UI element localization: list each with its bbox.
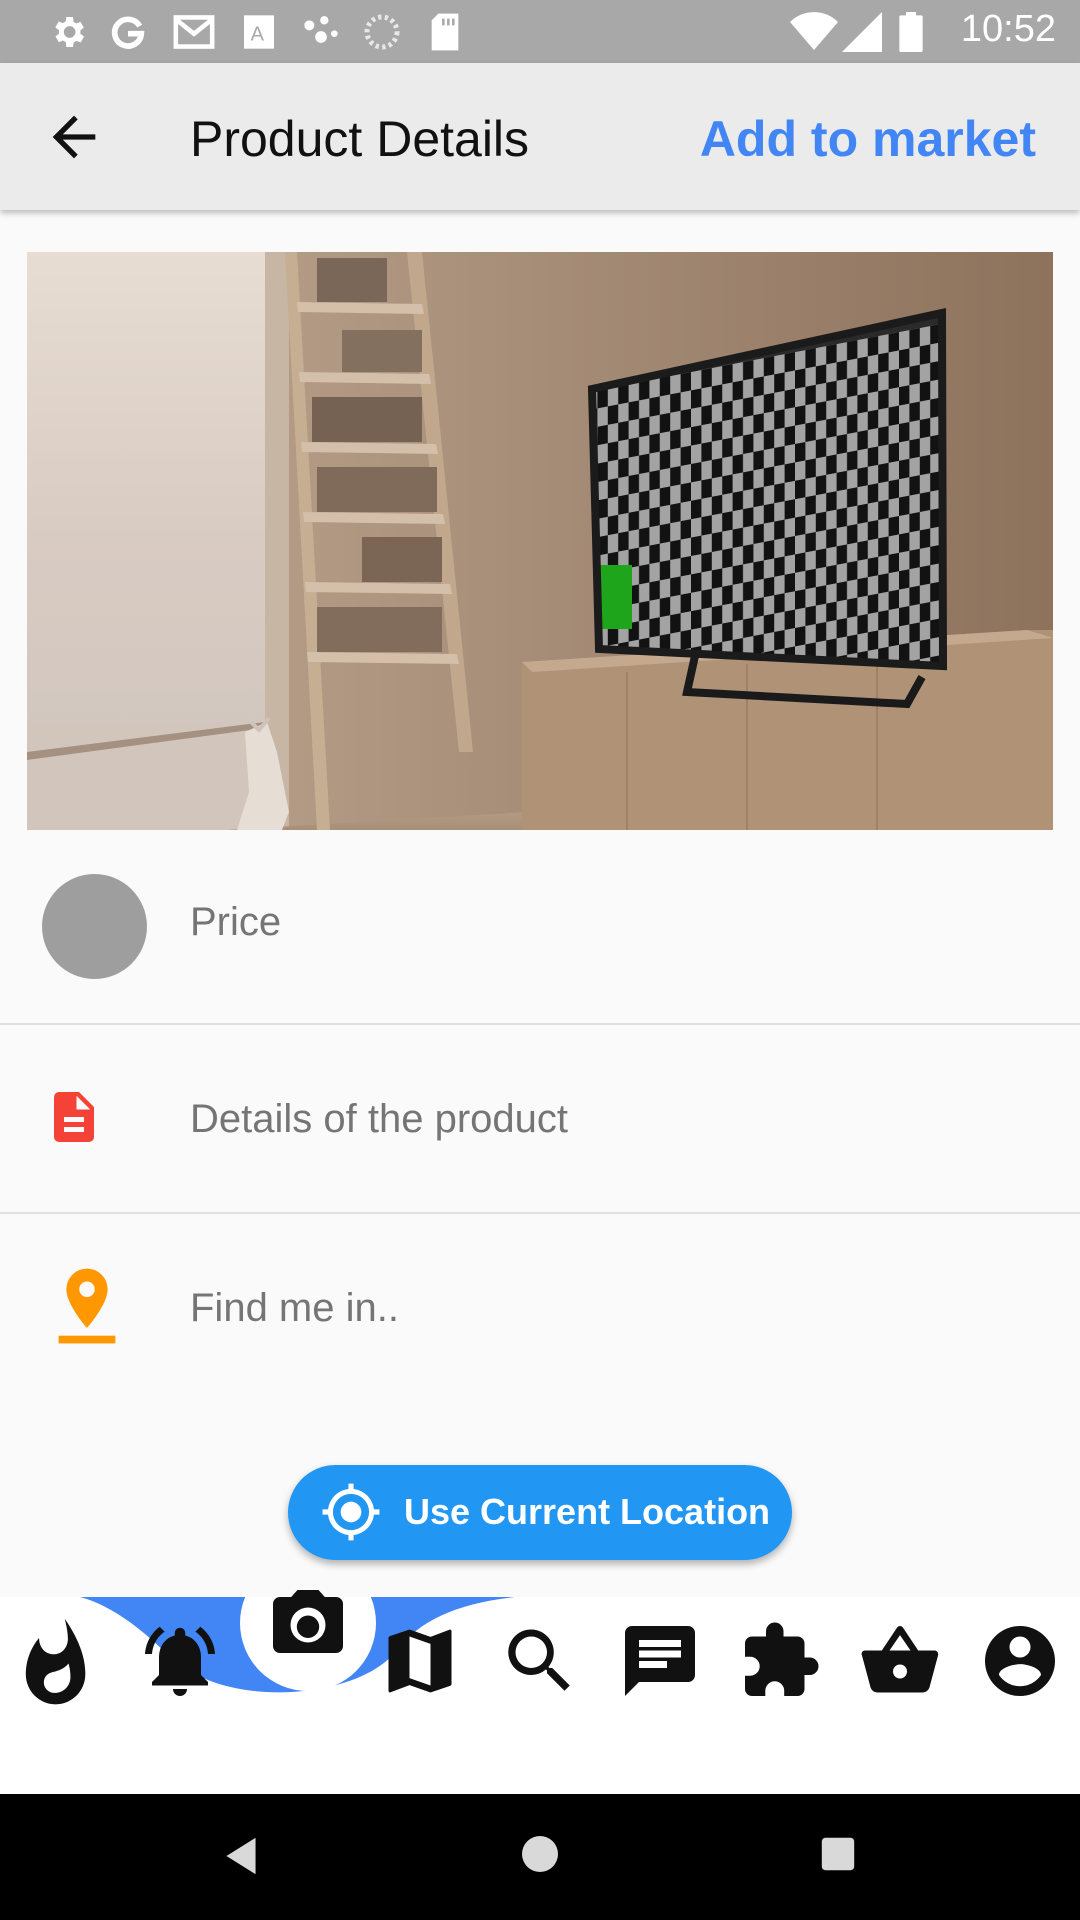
use-current-location-label: Use Current Location: [404, 1491, 771, 1532]
product-image[interactable]: [27, 252, 1053, 830]
google-icon: [111, 16, 145, 49]
signal-icon: [842, 12, 882, 52]
location-row[interactable]: Find me in..: [0, 1214, 1080, 1403]
details-input[interactable]: Details of the product: [190, 1097, 568, 1142]
arrow-back-icon: [52, 115, 96, 159]
translate-icon: A: [244, 15, 274, 49]
system-navigation-bar: [0, 1794, 1080, 1920]
nav-chat[interactable]: [618, 1619, 702, 1708]
bottom-navigation: [0, 1590, 1080, 1794]
sd-card-icon: [431, 13, 459, 51]
battery-icon: [899, 12, 923, 52]
map-icon: [388, 1629, 452, 1693]
add-to-market-button[interactable]: Add to market: [700, 110, 1036, 168]
nav-account[interactable]: [978, 1619, 1062, 1708]
details-row[interactable]: Details of the product: [0, 1025, 1080, 1214]
home-icon[interactable]: [520, 1834, 560, 1874]
settings-icon: [55, 17, 84, 47]
search-icon: [508, 1629, 570, 1691]
wifi-icon: [790, 12, 838, 51]
location-pin-icon: [58, 1268, 116, 1344]
gmail-icon: [173, 15, 215, 49]
camera-icon: [273, 1590, 343, 1653]
price-row[interactable]: Price: [0, 834, 1080, 1023]
dots-icon: [304, 16, 338, 43]
nav-map[interactable]: [378, 1619, 462, 1708]
svg-text:A: A: [251, 23, 265, 45]
gps-fixed-icon: [322, 1483, 380, 1541]
nav-fire[interactable]: [22, 1615, 98, 1710]
puzzle-icon: [745, 1622, 819, 1696]
price-input[interactable]: Price: [190, 900, 281, 945]
recents-icon[interactable]: [820, 1836, 856, 1872]
nav-search[interactable]: [498, 1619, 582, 1708]
use-current-location-button[interactable]: Use Current Location: [288, 1465, 792, 1560]
location-input[interactable]: Find me in..: [190, 1286, 399, 1331]
chat-icon: [625, 1626, 695, 1696]
app-bar: Product Details Add to market: [0, 63, 1080, 210]
fire-icon: [25, 1618, 86, 1705]
nav-extensions[interactable]: [738, 1619, 822, 1708]
nav-basket[interactable]: [858, 1619, 942, 1708]
sync-icon: [364, 14, 400, 50]
status-bar: A 10:52: [0, 0, 1080, 63]
account-icon: [985, 1626, 1055, 1696]
price-avatar: [42, 874, 147, 979]
nav-notifications[interactable]: [138, 1619, 222, 1708]
document-icon: [54, 1092, 94, 1142]
nav-camera[interactable]: [266, 1583, 350, 1672]
page-title: Product Details: [190, 111, 530, 167]
bell-icon: [145, 1626, 215, 1696]
back-icon[interactable]: [222, 1836, 260, 1876]
back-button[interactable]: [36, 105, 112, 169]
status-time: 10:52: [960, 8, 1056, 50]
basket-icon: [861, 1626, 939, 1693]
